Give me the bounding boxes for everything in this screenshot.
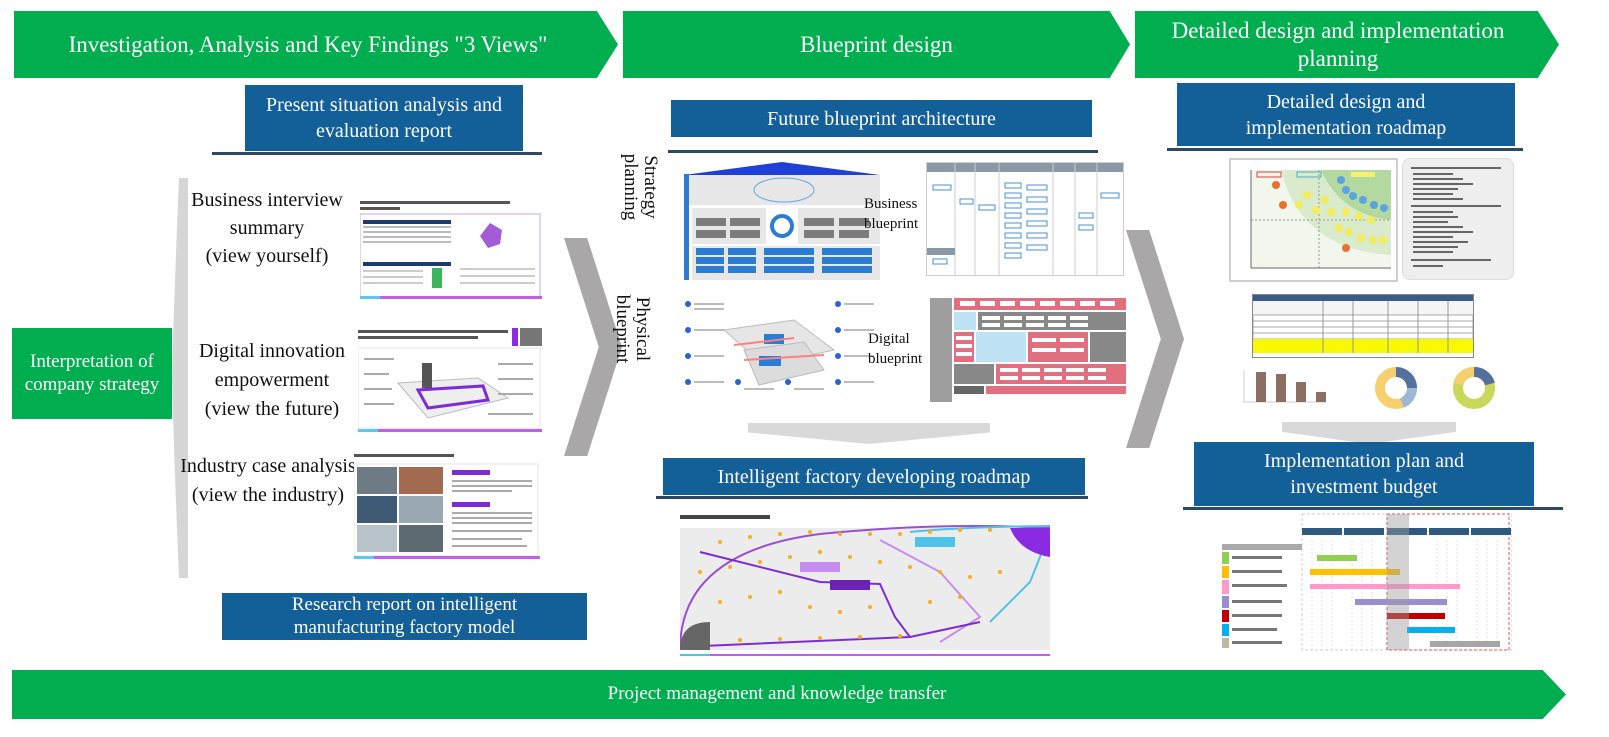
view-label-digital-innovation: Digital innovation empowerment (view the… <box>182 337 362 424</box>
gantt-plan-thumbnail <box>1222 512 1512 652</box>
view-subtitle: (view yourself) <box>205 245 329 267</box>
interview-summary-thumbnail <box>360 198 542 302</box>
digital-blueprint-label: Digital blueprint <box>868 330 930 369</box>
down-arrow-col3 <box>1282 422 1456 444</box>
digital-blueprint-thumbnail <box>930 298 1126 402</box>
box-label: Research report on intelligent manufactu… <box>291 594 518 638</box>
budget-charts-thumbnail <box>1226 362 1516 418</box>
view-title: Industry case analysis <box>180 455 356 477</box>
present-situation-report-box: Present situation analysis and evaluatio… <box>245 85 523 151</box>
phase-label: Investigation, Analysis and Key Findings… <box>68 31 548 57</box>
divider-line <box>656 496 1088 499</box>
box-label: Present situation analysis and evaluatio… <box>265 94 503 142</box>
view-subtitle: (view the future) <box>204 398 340 420</box>
strategy-planning-thumbnail <box>684 160 880 280</box>
view-title: Business interview summary <box>191 189 343 239</box>
digital-innovation-thumbnail <box>358 328 542 434</box>
view-label-business-interview: Business interview summary (view yoursel… <box>186 186 348 270</box>
box-label: Implementation plan and investment budge… <box>1264 450 1464 498</box>
down-arrow-col2 <box>748 423 990 444</box>
phase-chevron-detailed-design: Detailed design and implementation plann… <box>1135 11 1559 78</box>
business-blueprint-label: Business blueprint <box>864 195 926 234</box>
strategy-planning-label: Strategy planning <box>620 152 661 222</box>
phase-label: Detailed design and implementation plann… <box>1171 17 1505 71</box>
divider-line <box>668 150 1098 153</box>
detailed-design-roadmap-box: Detailed design and implementation roadm… <box>1177 83 1515 146</box>
blueprint-label: Business blueprint <box>864 196 919 232</box>
company-strategy-box: Interpretation of company strategy <box>12 328 172 419</box>
view-subtitle: (view the industry) <box>191 484 345 506</box>
flow-arrow-2 <box>1126 230 1184 448</box>
industry-case-thumbnail <box>354 452 540 560</box>
phase-label: Blueprint design <box>800 31 953 57</box>
view-title: Digital innovation empowerment <box>198 340 346 391</box>
physical-blueprint-thumbnail <box>684 300 880 406</box>
budget-table-thumbnail <box>1252 294 1474 358</box>
project-management-banner: Project management and knowledge transfe… <box>12 670 1566 719</box>
row-label: Strategy planning <box>620 153 661 221</box>
factory-roadmap-thumbnail <box>680 512 1050 660</box>
box-label: Interpretation of company strategy <box>24 350 160 395</box>
footer-label: Project management and knowledge transfe… <box>607 683 947 705</box>
future-blueprint-architecture-box: Future blueprint architecture <box>671 100 1092 137</box>
box-label: Detailed design and implementation roadm… <box>1245 90 1447 139</box>
physical-blueprint-label: Physical blueprint <box>612 294 653 364</box>
implementation-plan-budget-box: Implementation plan and investment budge… <box>1194 442 1534 506</box>
design-notes-thumbnail <box>1402 158 1514 280</box>
business-blueprint-thumbnail <box>926 162 1124 276</box>
phase-chevron-investigation: Investigation, Analysis and Key Findings… <box>14 11 618 78</box>
research-report-box: Research report on intelligent manufactu… <box>222 593 587 640</box>
divider-line <box>1183 507 1563 510</box>
box-label: Future blueprint architecture <box>767 107 996 130</box>
view-label-industry-case: Industry case analysis (view the industr… <box>178 452 358 510</box>
blueprint-label: Digital blueprint <box>868 331 923 367</box>
box-label: Intelligent factory developing roadmap <box>717 465 1031 488</box>
priority-matrix-thumbnail <box>1229 158 1398 282</box>
intelligent-factory-roadmap-box: Intelligent factory developing roadmap <box>663 458 1085 495</box>
row-label: Physical blueprint <box>612 294 653 364</box>
divider-line <box>212 152 542 155</box>
phase-chevron-blueprint: Blueprint design <box>623 11 1130 78</box>
divider-line <box>1167 148 1523 151</box>
